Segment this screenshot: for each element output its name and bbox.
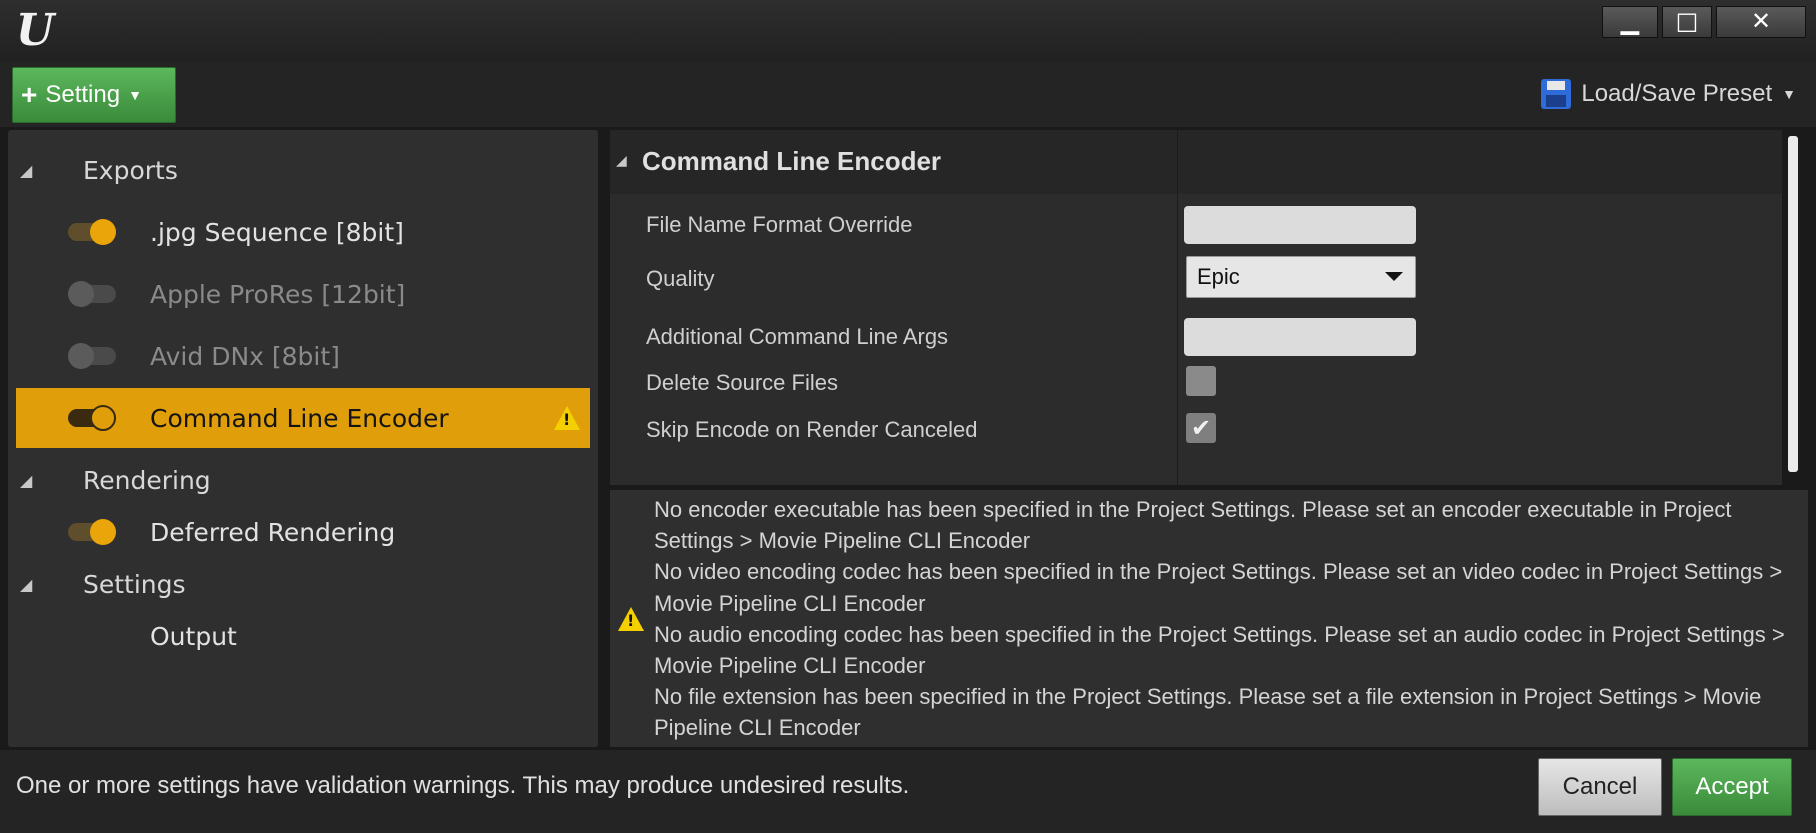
tree-item-command-line-encoder[interactable]: Command Line Encoder ! bbox=[16, 388, 590, 448]
cancel-button[interactable]: Cancel bbox=[1538, 758, 1662, 816]
add-setting-button[interactable]: + Setting ▼ bbox=[12, 67, 176, 123]
expand-triangle-icon[interactable]: ◢ bbox=[20, 575, 32, 594]
tree-item-label: Command Line Encoder bbox=[150, 403, 449, 433]
enable-toggle[interactable] bbox=[68, 405, 116, 431]
plus-icon: + bbox=[21, 79, 38, 110]
property-label: Delete Source Files bbox=[646, 370, 838, 395]
property-row-delete-source: Delete Source Files bbox=[610, 356, 1782, 410]
tree-item-label: Deferred Rendering bbox=[150, 517, 396, 547]
validation-message: No audio encoding codec has been specifi… bbox=[654, 621, 1785, 679]
enable-toggle[interactable] bbox=[68, 519, 116, 545]
enable-toggle[interactable] bbox=[68, 343, 116, 369]
property-label: Skip Encode on Render Canceled bbox=[646, 417, 978, 442]
minimize-button[interactable]: ▁ bbox=[1602, 6, 1658, 38]
chevron-down-icon: ▼ bbox=[128, 87, 142, 103]
property-row-quality: Quality Epic bbox=[610, 252, 1782, 306]
save-icon bbox=[1541, 79, 1572, 109]
details-header[interactable]: ◢ Command Line Encoder bbox=[610, 130, 1782, 194]
property-label: File Name Format Override bbox=[646, 212, 913, 237]
file-name-format-input[interactable] bbox=[1184, 206, 1416, 244]
delete-source-files-checkbox[interactable] bbox=[1186, 366, 1216, 396]
expand-triangle-icon[interactable]: ◢ bbox=[20, 161, 32, 180]
expand-triangle-icon[interactable]: ◢ bbox=[616, 152, 627, 169]
chevron-down-icon: ▼ bbox=[1782, 86, 1796, 102]
category-label: Exports bbox=[83, 155, 178, 185]
quality-value: Epic bbox=[1197, 264, 1240, 289]
additional-args-input[interactable] bbox=[1184, 318, 1416, 356]
toolbar: + Setting ▼ Load/Save Preset ▼ bbox=[0, 61, 1816, 127]
tree-item-output[interactable]: Output bbox=[8, 606, 598, 666]
warning-icon: ! bbox=[618, 607, 644, 631]
enable-toggle[interactable] bbox=[68, 281, 116, 307]
tree-category-exports[interactable]: ◢ Exports bbox=[8, 140, 598, 200]
maximize-button[interactable]: □ bbox=[1662, 6, 1712, 38]
preset-button-label: Load/Save Preset bbox=[1581, 80, 1773, 107]
footer-bar: One or more settings have validation war… bbox=[0, 750, 1816, 833]
setting-button-label: Setting bbox=[45, 81, 121, 108]
validation-message: No encoder executable has been specified… bbox=[654, 497, 1732, 554]
tree-category-rendering[interactable]: ◢ Rendering bbox=[8, 450, 598, 510]
tree-category-settings[interactable]: ◢ Settings bbox=[8, 554, 598, 614]
status-message: One or more settings have validation war… bbox=[16, 772, 910, 799]
accept-button[interactable]: Accept bbox=[1672, 758, 1792, 816]
details-scrollbar[interactable] bbox=[1788, 136, 1798, 472]
details-title: Command Line Encoder bbox=[642, 146, 942, 176]
validation-message: No file extension has been specified in … bbox=[654, 684, 1762, 741]
enable-toggle[interactable] bbox=[68, 219, 116, 245]
tree-item-label: Apple ProRes [12bit] bbox=[150, 279, 406, 309]
tree-item-apple-prores[interactable]: Apple ProRes [12bit] bbox=[8, 264, 598, 324]
details-panel: ◢ Command Line Encoder File Name Format … bbox=[610, 130, 1782, 485]
skip-encode-checkbox[interactable]: ✔ bbox=[1186, 413, 1216, 443]
tree-item-label: Output bbox=[150, 621, 237, 651]
load-save-preset-button[interactable]: Load/Save Preset ▼ bbox=[1541, 73, 1796, 115]
tree-item-deferred-rendering[interactable]: Deferred Rendering bbox=[8, 502, 598, 562]
category-label: Settings bbox=[83, 569, 186, 599]
settings-tree-panel: ◢ Exports .jpg Sequence [8bit] Apple Pro… bbox=[8, 130, 598, 747]
property-row-skip-encode: Skip Encode on Render Canceled ✔ bbox=[610, 403, 1782, 457]
expand-triangle-icon[interactable]: ◢ bbox=[20, 471, 32, 490]
validation-message-panel: ! No encoder executable has been specifi… bbox=[610, 490, 1808, 747]
validation-messages: No encoder executable has been specified… bbox=[654, 494, 1804, 744]
tree-item-label: .jpg Sequence [8bit] bbox=[150, 217, 404, 247]
close-button[interactable]: ✕ bbox=[1716, 6, 1806, 38]
property-label: Quality bbox=[646, 266, 715, 291]
unreal-logo-icon: U bbox=[15, 5, 55, 56]
tree-item-jpg-sequence[interactable]: .jpg Sequence [8bit] bbox=[8, 202, 598, 262]
chevron-down-icon bbox=[1385, 272, 1403, 281]
tree-item-label: Avid DNx [8bit] bbox=[150, 341, 340, 371]
category-label: Rendering bbox=[83, 465, 211, 495]
quality-dropdown[interactable]: Epic bbox=[1186, 256, 1416, 298]
property-row-file-name-format: File Name Format Override bbox=[610, 198, 1782, 252]
warning-icon: ! bbox=[554, 406, 580, 430]
tree-item-avid-dnx[interactable]: Avid DNx [8bit] bbox=[8, 326, 598, 386]
title-bar: U ▁ □ ✕ bbox=[0, 0, 1816, 61]
property-label: Additional Command Line Args bbox=[646, 324, 949, 349]
window-controls: ▁ □ ✕ bbox=[1602, 6, 1806, 38]
validation-message: No video encoding codec has been specifi… bbox=[654, 559, 1783, 616]
